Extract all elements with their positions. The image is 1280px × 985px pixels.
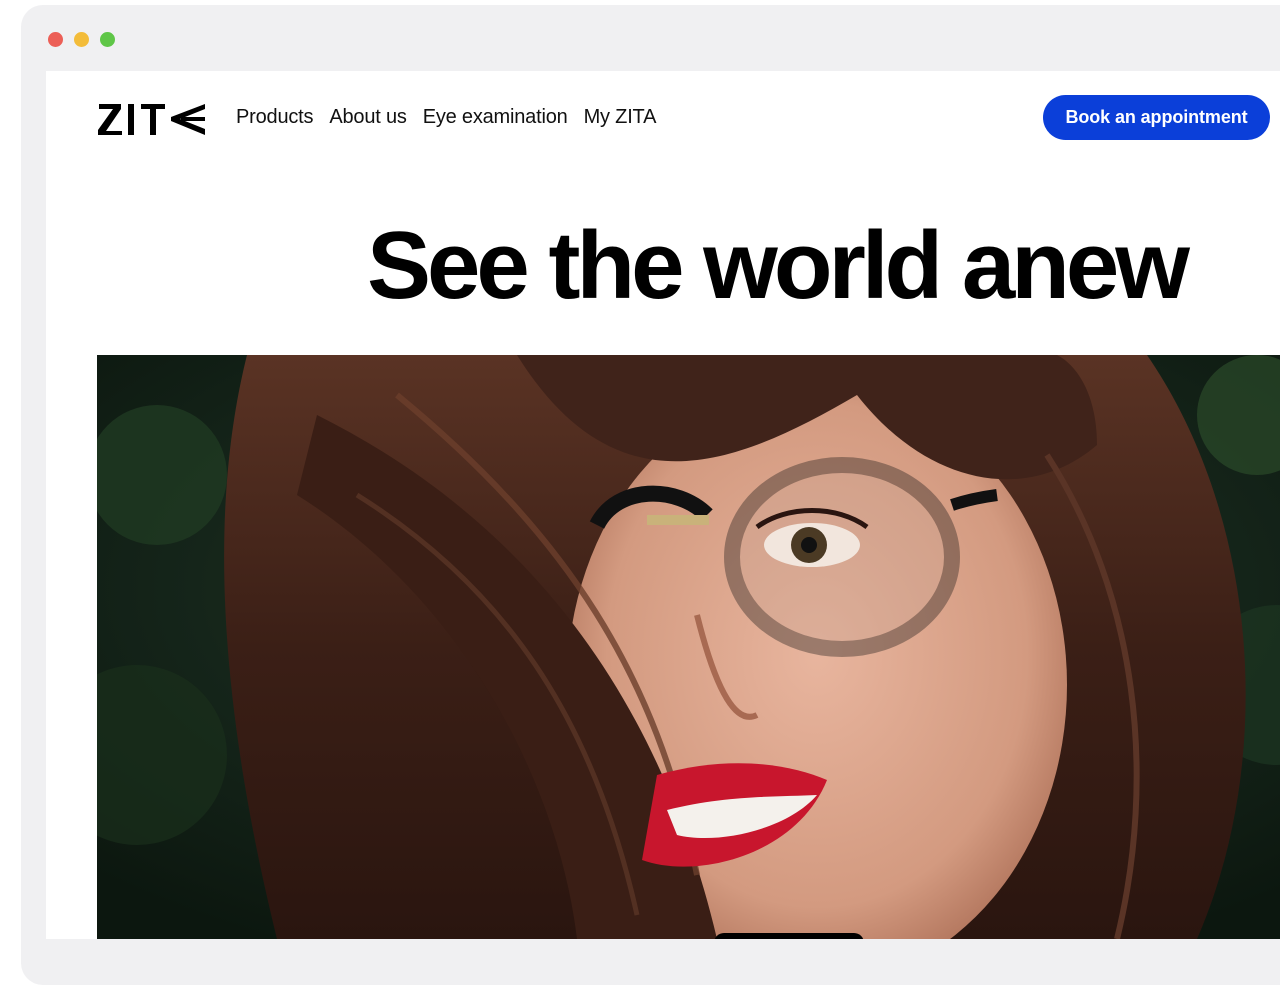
nav-products[interactable]: Products	[236, 106, 314, 129]
carousel-indicator[interactable]	[714, 933, 864, 939]
browser-window: Products About us Eye examination My ZIT…	[21, 5, 1280, 985]
woman-with-glasses-photo	[97, 355, 1280, 939]
maximize-window-button[interactable]	[100, 32, 115, 47]
nav-eye-examination[interactable]: Eye examination	[423, 106, 568, 129]
hero-title: See the world anew	[367, 212, 1190, 319]
window-controls	[48, 32, 115, 47]
nav-about-us[interactable]: About us	[329, 106, 407, 129]
zita-logo[interactable]	[97, 101, 207, 137]
top-navigation: Products About us Eye examination My ZIT…	[46, 71, 1280, 171]
main-nav-links: Products About us Eye examination My ZIT…	[236, 106, 656, 129]
book-appointment-button[interactable]: Book an appointment	[1043, 95, 1270, 140]
nav-my-zita[interactable]: My ZITA	[584, 106, 657, 129]
hero-image	[97, 355, 1280, 939]
zita-logo-icon	[98, 104, 205, 135]
minimize-window-button[interactable]	[74, 32, 89, 47]
web-page: Products About us Eye examination My ZIT…	[46, 71, 1280, 939]
close-window-button[interactable]	[48, 32, 63, 47]
